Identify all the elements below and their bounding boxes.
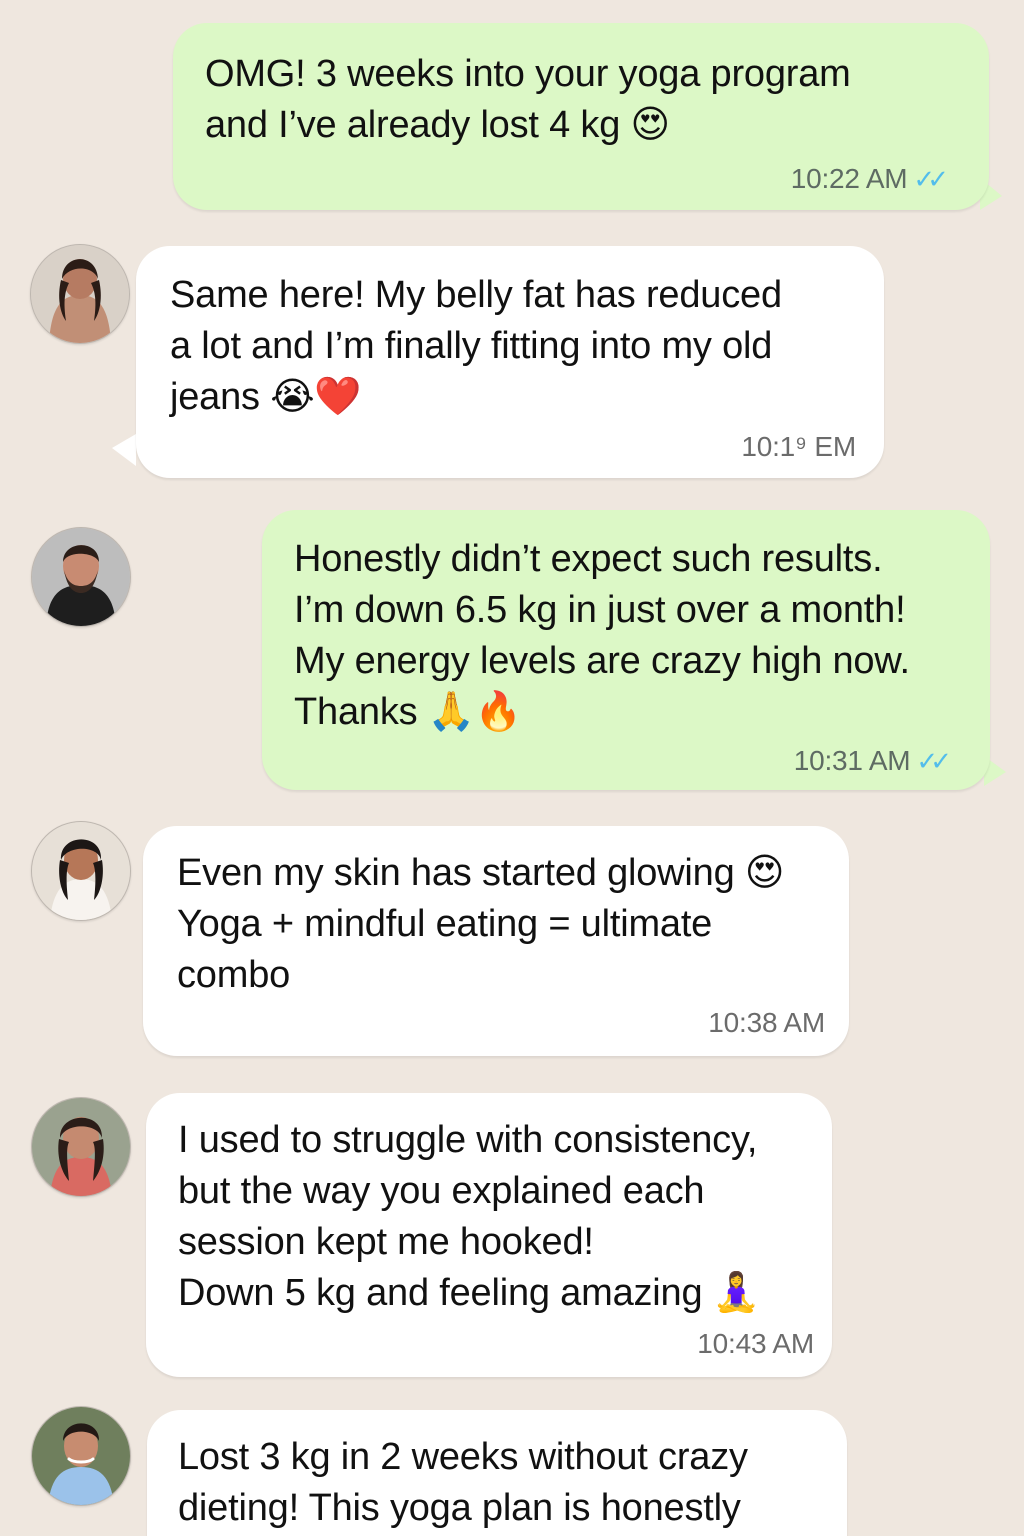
sent-message-bubble[interactable]: Honestly didn’t expect such results. I’m… — [262, 510, 990, 790]
message-text: Even my skin has started glowing 😍 Yoga … — [177, 852, 785, 996]
received-bubble-tail — [112, 434, 136, 466]
message-text: I used to struggle with consistency, but… — [178, 1119, 760, 1314]
avatar[interactable] — [31, 1097, 131, 1197]
man-avatar-icon — [32, 1407, 130, 1505]
message-meta: 10:31 AM ✓✓ — [793, 745, 952, 777]
avatar[interactable] — [30, 244, 130, 344]
sent-message-bubble[interactable]: OMG! 3 weeks into your yoga program and … — [173, 23, 989, 210]
received-message-bubble[interactable]: Even my skin has started glowing 😍 Yoga … — [143, 826, 849, 1056]
woman-avatar-icon — [32, 1098, 130, 1196]
chat-thread: OMG! 3 weeks into your yoga program and … — [0, 0, 1024, 1536]
woman-avatar-icon — [32, 822, 130, 920]
message-time: 10:43 AM — [697, 1328, 814, 1359]
message-text: Same here! My belly fat has reduced a lo… — [170, 274, 782, 418]
avatar[interactable] — [31, 821, 131, 921]
avatar[interactable] — [31, 527, 131, 627]
message-meta: 10:22 AM ✓✓ — [790, 163, 949, 195]
message-time: 10:1⁹ EM — [741, 431, 856, 462]
message-text: Honestly didn’t expect such results. I’m… — [294, 538, 910, 733]
double-check-icon: ✓✓ — [913, 164, 948, 194]
message-time: 10:38 AM — [708, 1007, 825, 1038]
message-time: 10:31 AM — [793, 745, 911, 776]
man-avatar-icon — [32, 528, 130, 626]
double-check-icon: ✓✓ — [916, 746, 951, 776]
received-message-bubble[interactable]: I used to struggle with consistency, but… — [146, 1093, 832, 1377]
received-message-bubble[interactable]: Lost 3 kg in 2 weeks without crazy dieti… — [147, 1410, 847, 1536]
message-text: Lost 3 kg in 2 weeks without crazy dieti… — [178, 1436, 748, 1529]
message-time: 10:22 AM — [790, 163, 908, 194]
received-message-bubble[interactable]: Same here! My belly fat has reduced a lo… — [136, 246, 884, 478]
woman-avatar-icon — [31, 245, 129, 343]
avatar[interactable] — [31, 1406, 131, 1506]
message-text: OMG! 3 weeks into your yoga program and … — [205, 53, 851, 146]
